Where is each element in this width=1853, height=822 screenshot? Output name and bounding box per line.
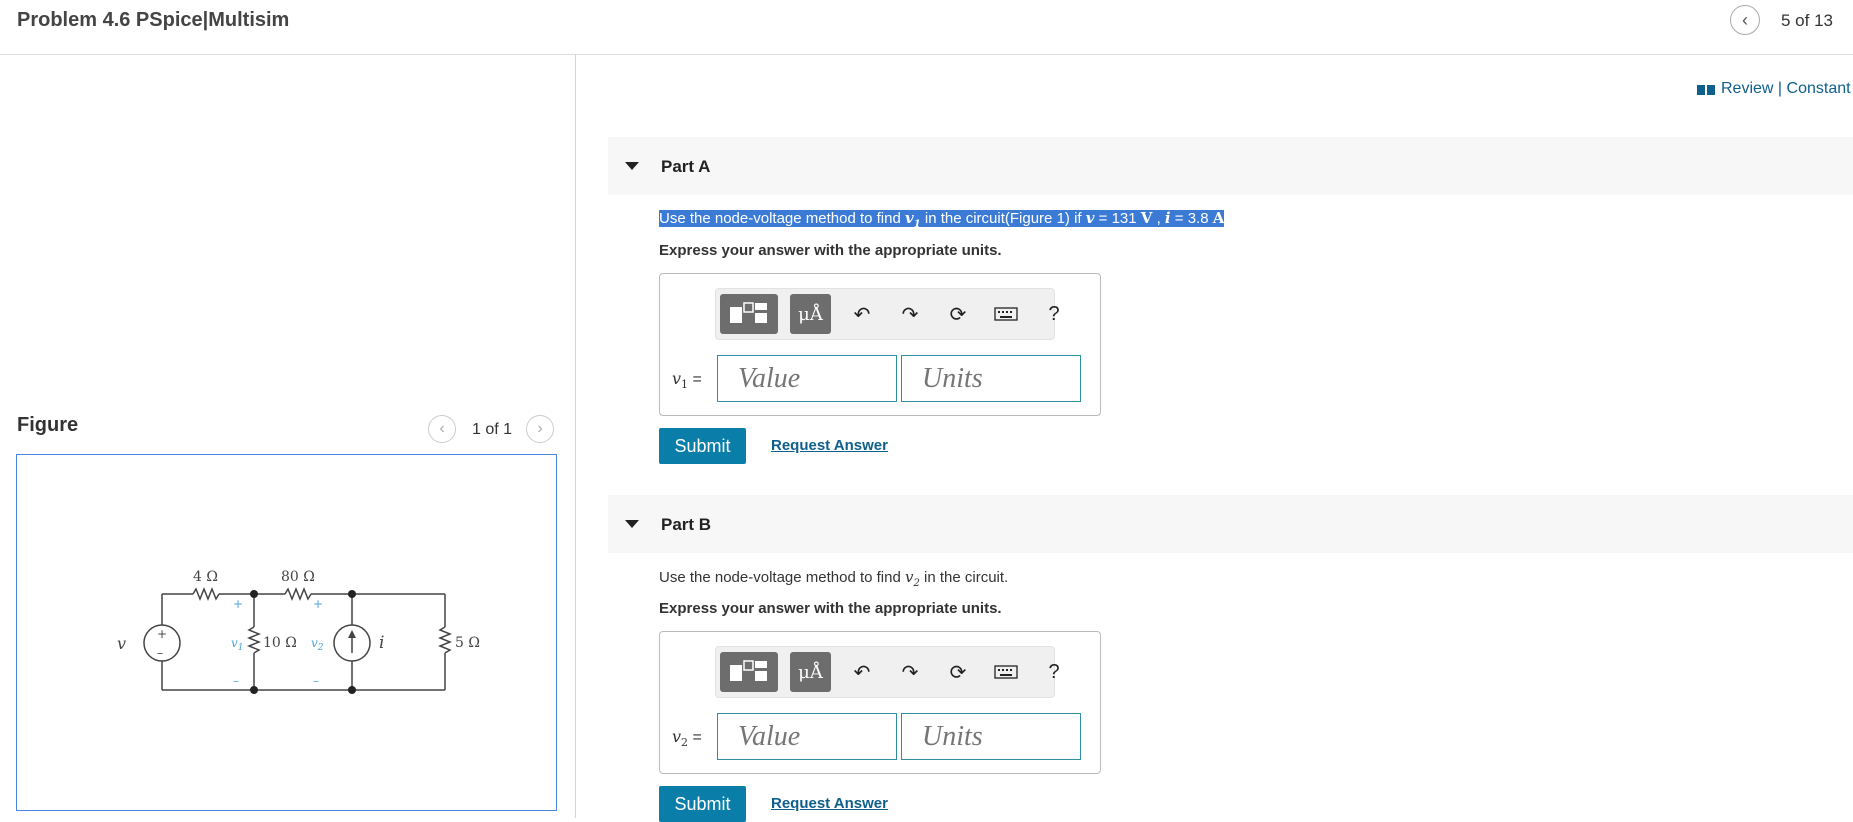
part-a-value-input[interactable] [717,355,897,402]
caret-down-icon[interactable] [625,520,639,528]
caret-down-icon[interactable] [625,162,639,170]
undo-icon[interactable]: ↶ [850,660,874,684]
panel-divider[interactable] [575,54,576,818]
link-separator: | [1777,80,1783,97]
part-b-variable-label: v2 = [672,727,702,750]
part-a-header[interactable] [608,137,1853,195]
source-minus: – [157,646,163,660]
chevron-right-icon: › [537,420,543,437]
undo-icon[interactable]: ↶ [850,302,874,326]
part-b-question: Use the node-voltage method to find v2 i… [659,568,1009,589]
resistor-5-label: 5 Ω [455,635,480,651]
redo-icon[interactable]: ↷ [898,660,922,684]
keyboard-icon[interactable] [994,660,1018,684]
figure-heading: Figure [17,414,79,436]
figure-frame[interactable]: + – v 4 Ω 80 Ω 10 Ω 5 Ω + v1 – + v2 – i [16,454,557,811]
resistor-80-label: 80 Ω [281,569,315,585]
review-link[interactable]: Review [1721,80,1773,97]
part-a-units-input[interactable] [901,355,1081,402]
part-a-instructions: Express your answer with the appropriate… [659,242,1002,259]
keyboard-icon[interactable] [994,302,1018,326]
current-label: i [379,633,384,653]
page-title: Problem 4.6 PSpice|Multisim [17,9,290,31]
part-b-instructions: Express your answer with the appropriate… [659,600,1002,617]
chevron-left-icon: ‹ [439,420,445,437]
source-label: v [117,634,126,653]
v2-label: v2 [311,636,324,653]
part-b-title: Part B [661,515,712,534]
figure-next-button[interactable]: › [526,415,554,443]
part-a-title: Part A [661,157,711,176]
part-a-variable-label: v1 = [672,369,702,392]
circuit-diagram: + – v 4 Ω 80 Ω 10 Ω 5 Ω + v1 – + v2 – i [117,569,480,694]
source-plus: + [157,627,167,641]
book-icon [1697,83,1715,95]
part-a-submit-button[interactable]: Submit [659,428,746,464]
redo-icon[interactable]: ↷ [898,302,922,326]
templates-button[interactable] [720,652,778,692]
previous-problem-button[interactable]: ‹ [1730,5,1760,35]
part-b-value-input[interactable] [717,713,897,760]
templates-icon [730,302,767,323]
v1-plus: + [233,597,243,611]
arrow-up-icon [348,630,356,638]
figure-count: 1 of 1 [472,421,513,438]
resistor-4-label: 4 Ω [193,569,218,585]
reset-icon[interactable]: ⟳ [946,302,970,326]
review-constants-links: Review | Constant [1697,80,1851,98]
units-button[interactable]: μÅ [790,652,831,692]
help-button[interactable]: ? [1042,660,1066,684]
problem-count: 5 of 13 [1781,11,1833,30]
reset-icon[interactable]: ⟳ [946,660,970,684]
templates-icon [730,660,767,681]
part-b-header[interactable] [608,495,1853,553]
part-b-submit-button[interactable]: Submit [659,786,746,822]
v1-label: v1 [231,636,244,653]
part-b-request-answer-link[interactable]: Request Answer [771,795,888,812]
chevron-left-icon: ‹ [1742,9,1748,30]
v2-minus: – [313,674,319,688]
part-a-request-answer-link[interactable]: Request Answer [771,437,888,454]
help-button[interactable]: ? [1042,302,1066,326]
templates-button[interactable] [720,294,778,334]
v2-plus: + [313,597,323,611]
part-a-question: Use the node-voltage method to find v1 i… [659,209,1225,230]
part-b-units-input[interactable] [901,713,1081,760]
v1-minus: – [233,674,239,688]
units-button[interactable]: μÅ [790,294,831,334]
constants-link[interactable]: Constant [1787,80,1851,97]
figure-prev-button[interactable]: ‹ [428,415,456,443]
resistor-10-label: 10 Ω [263,635,297,651]
figure-1-link[interactable]: in the circuit(Figure 1) if [921,210,1086,227]
